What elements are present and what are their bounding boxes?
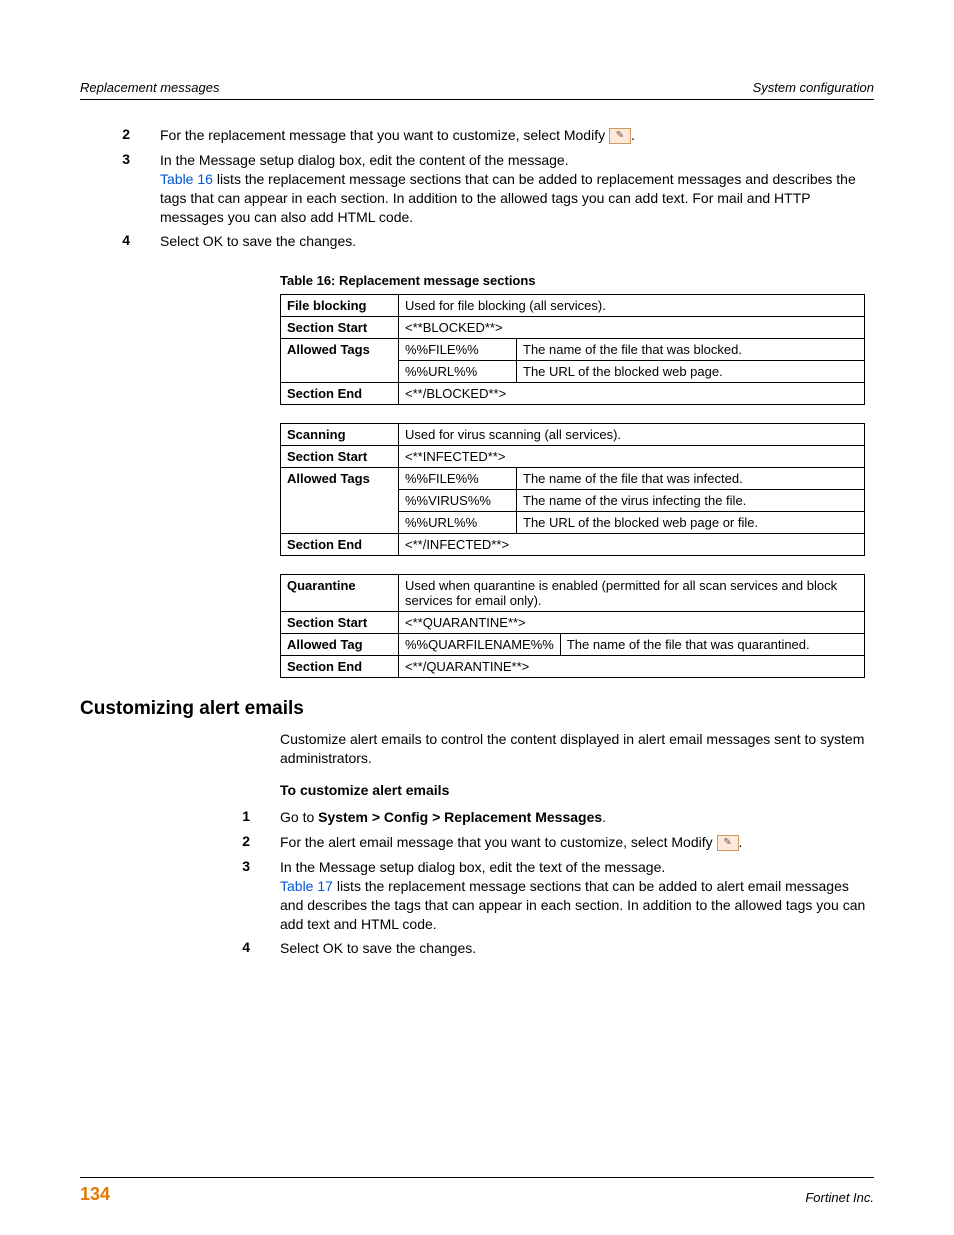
step-2: 2 For the replacement message that you w… — [80, 126, 874, 145]
cell: %%QUARFILENAME%% — [399, 634, 561, 656]
step-number: 3 — [80, 858, 280, 934]
step-number: 2 — [80, 833, 280, 852]
modify-icon[interactable]: ✎ — [609, 128, 631, 144]
step-3: 3 In the Message setup dialog box, edit … — [80, 151, 874, 227]
row-header: Allowed Tag — [281, 634, 399, 656]
nav-path: System > Config > Replacement Messages — [318, 809, 602, 825]
row-header: Scanning — [281, 424, 399, 446]
modify-icon[interactable]: ✎ — [717, 835, 739, 851]
step-para: Table 17 lists the replacement message s… — [280, 877, 874, 934]
cell: <**QUARANTINE**> — [399, 612, 865, 634]
paragraph: Customize alert emails to control the co… — [280, 730, 874, 768]
table-file-blocking: File blocking Used for file blocking (al… — [280, 294, 865, 405]
cell: %%FILE%% — [399, 339, 517, 361]
period: . — [739, 834, 743, 850]
step-number: 4 — [80, 939, 280, 958]
step-line: In the Message setup dialog box, edit th… — [280, 858, 874, 877]
cell: <**/QUARANTINE**> — [399, 656, 865, 678]
footer-company: Fortinet Inc. — [805, 1190, 874, 1205]
cell: The name of the file that was infected. — [517, 468, 865, 490]
step-body: For the replacement message that you wan… — [160, 126, 874, 145]
step-body: Go to System > Config > Replacement Mess… — [280, 808, 874, 827]
row-header: Section End — [281, 534, 399, 556]
step-body: In the Message setup dialog box, edit th… — [160, 151, 874, 227]
row-header: Section End — [281, 656, 399, 678]
page-footer: 134 Fortinet Inc. — [80, 1177, 874, 1205]
step-body: In the Message setup dialog box, edit th… — [280, 858, 874, 934]
period: . — [631, 127, 635, 143]
page-number: 134 — [80, 1184, 110, 1205]
cell: The name of the virus infecting the file… — [517, 490, 865, 512]
row-header: Section Start — [281, 317, 399, 339]
step-number: 3 — [80, 151, 160, 227]
step-4: 4 Select OK to save the changes. — [80, 232, 874, 251]
header-right: System configuration — [753, 80, 874, 95]
step-b3: 3 In the Message setup dialog box, edit … — [80, 858, 874, 934]
cell: <**/INFECTED**> — [399, 534, 865, 556]
table-quarantine: Quarantine Used when quarantine is enabl… — [280, 574, 865, 678]
row-header: Section Start — [281, 612, 399, 634]
step-b1: 1 Go to System > Config > Replacement Me… — [80, 808, 874, 827]
step-number: 4 — [80, 232, 160, 251]
cell: <**BLOCKED**> — [399, 317, 865, 339]
cell: The URL of the blocked web page. — [517, 361, 865, 383]
cell: <**INFECTED**> — [399, 446, 865, 468]
step-after-link: lists the replacement message sections t… — [280, 878, 865, 932]
heading-customizing-alert-emails: Customizing alert emails — [80, 698, 874, 720]
step-text: Go to — [280, 809, 318, 825]
step-after-link: lists the replacement message sections t… — [160, 171, 856, 225]
step-suffix: . — [602, 809, 606, 825]
step-body: Select OK to save the changes. — [160, 232, 874, 251]
step-b4: 4 Select OK to save the changes. — [80, 939, 874, 958]
row-header: File blocking — [281, 295, 399, 317]
row-header: Allowed Tags — [281, 339, 399, 383]
step-para: Table 16 lists the replacement message s… — [160, 170, 874, 227]
row-header: Allowed Tags — [281, 468, 399, 534]
table-caption: Table 16: Replacement message sections — [280, 273, 874, 288]
page: Replacement messages System configuratio… — [0, 0, 954, 1235]
subheading-to-customize: To customize alert emails — [280, 782, 874, 798]
step-b2: 2 For the alert email message that you w… — [80, 833, 874, 852]
row-header: Section Start — [281, 446, 399, 468]
step-number: 2 — [80, 126, 160, 145]
step-text: For the alert email message that you wan… — [280, 834, 717, 850]
content: 2 For the replacement message that you w… — [80, 126, 874, 1147]
row-header: Quarantine — [281, 575, 399, 612]
step-line: In the Message setup dialog box, edit th… — [160, 151, 874, 170]
cell: Used when quarantine is enabled (permitt… — [399, 575, 865, 612]
step-body: For the alert email message that you wan… — [280, 833, 874, 852]
step-text: For the replacement message that you wan… — [160, 127, 609, 143]
step-body: Select OK to save the changes. — [280, 939, 874, 958]
cell: %%FILE%% — [399, 468, 517, 490]
cell: The name of the file that was blocked. — [517, 339, 865, 361]
table-link[interactable]: Table 16 — [160, 171, 213, 187]
header-left: Replacement messages — [80, 80, 219, 95]
cell: %%URL%% — [399, 512, 517, 534]
cell: The URL of the blocked web page or file. — [517, 512, 865, 534]
cell: Used for file blocking (all services). — [399, 295, 865, 317]
cell: The name of the file that was quarantine… — [560, 634, 864, 656]
table-scanning: Scanning Used for virus scanning (all se… — [280, 423, 865, 556]
step-number: 1 — [80, 808, 280, 827]
cell: %%URL%% — [399, 361, 517, 383]
page-header: Replacement messages System configuratio… — [80, 80, 874, 100]
cell: Used for virus scanning (all services). — [399, 424, 865, 446]
row-header: Section End — [281, 383, 399, 405]
table-link[interactable]: Table 17 — [280, 878, 333, 894]
cell: <**/BLOCKED**> — [399, 383, 865, 405]
cell: %%VIRUS%% — [399, 490, 517, 512]
